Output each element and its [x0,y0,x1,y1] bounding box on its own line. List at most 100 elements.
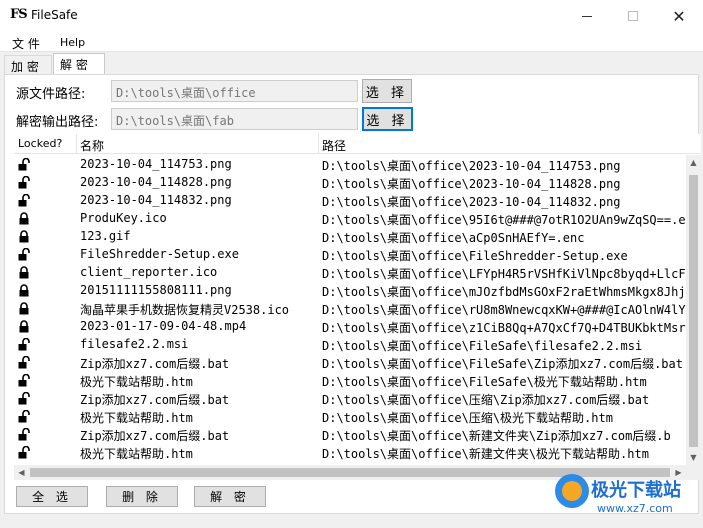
row-file-path: D:\tools\桌面\office\z1CiB8Qq+A7QxCf7Q+D4T… [322,321,686,335]
scroll-left-icon[interactable]: ◀ [14,465,29,480]
column-divider[interactable] [318,134,319,154]
list-header: Locked? 名称 路径 [14,134,701,154]
row-file-name: 淘晶苹果手机数据恢复精灵V2538.ico [80,303,290,317]
table-row[interactable]: 2023-10-04_114753.png D:\tools\桌面\office\… [14,155,686,173]
table-row[interactable]: 极光下载站帮助.htm D:\tools\桌面\office\新建文件夹\极光下载… [14,443,686,461]
menu-bar: 文 件 Help [0,32,703,52]
table-row[interactable]: Zip添加xz7.com后缀.bat D:\tools\桌面\office\新建文… [14,425,686,443]
row-file-name: 2023-10-04_114753.png [80,157,232,171]
vertical-scroll-thumb[interactable] [689,175,698,447]
row-file-name: 20151111155808111.png [80,283,232,297]
watermark-url: www.xz7.com [597,502,673,515]
table-row[interactable]: client_reporter.ico D:\tools\桌面\office\LF… [14,263,686,281]
scroll-up-icon[interactable]: ▲ [686,155,701,170]
locked-icon [18,302,30,315]
column-locked[interactable]: Locked? [18,137,62,150]
row-file-path: D:\tools\桌面\office\FileSafe\极光下载站帮助.htm [322,375,647,389]
locked-icon [18,284,30,297]
table-row[interactable]: 淘晶苹果手机数据恢复精灵V2538.ico D:\tools\桌面\office\… [14,299,686,317]
source-path-label: 源文件路径: [16,87,86,102]
row-file-name: client_reporter.ico [80,265,218,279]
table-row[interactable]: 123.gif D:\tools\桌面\office\aCp0SnHAEfY=.e… [14,227,686,245]
row-file-path: D:\tools\桌面\office\95I6t@###@7otR1O2UAn9… [322,213,686,227]
list-rows: 2023-10-04_114753.png D:\tools\桌面\office\… [14,155,686,465]
table-row[interactable]: 2023-10-04_114828.png D:\tools\桌面\office\… [14,173,686,191]
vertical-scrollbar[interactable]: ▲ ▼ [686,155,701,465]
select-all-button[interactable]: 全 选 [16,486,88,507]
row-file-path: D:\tools\桌面\office\mJOzfbdMsGOxF2raEtWhm… [322,285,686,299]
row-file-name: Zip添加xz7.com后缀.bat [80,429,230,443]
unlocked-icon [18,193,30,207]
minimize-button[interactable] [564,0,610,32]
row-file-name: ProduKey.ico [80,211,167,225]
output-path-input[interactable]: D:\tools\桌面\fab [111,108,358,130]
column-path[interactable]: 路径 [322,137,346,154]
row-file-path: D:\tools\桌面\office\rU8m8WnewcqxKW+@###@I… [322,303,686,317]
tab-decrypt[interactable]: 解 密 [53,53,105,75]
row-file-name: 极光下载站帮助.htm [80,411,193,425]
watermark-logo-icon [555,474,589,508]
unlocked-icon [18,355,30,369]
watermark: 极光下载站 www.xz7.com [555,474,695,522]
watermark-name: 极光下载站 [591,480,681,501]
row-file-name: 2023-01-17-09-04-48.mp4 [80,319,247,333]
unlocked-icon [18,175,30,189]
tab-strip: 加 密 解 密 [0,53,703,75]
row-file-path: D:\tools\桌面\office\FileSafe\Zip添加xz7.com… [322,357,683,371]
select-source-button[interactable]: 选 择 [362,79,412,103]
unlocked-icon [18,247,30,261]
row-file-name: 极光下载站帮助.htm [80,375,193,389]
delete-button[interactable]: 删 除 [106,486,178,507]
table-row[interactable]: FileShredder-Setup.exe D:\tools\桌面\office… [14,245,686,263]
row-file-path: D:\tools\桌面\office\2023-10-04_114832.png [322,195,621,209]
row-file-name: Zip添加xz7.com后缀.bat [80,393,230,407]
row-file-name: 123.gif [80,229,131,243]
unlocked-icon [18,409,30,423]
locked-icon [18,230,30,243]
app-icon: FS [10,7,28,22]
row-file-path: D:\tools\桌面\office\新建文件夹\Zip添加xz7.com后缀.… [322,429,671,443]
source-path-input[interactable]: D:\tools\桌面\office [111,80,358,102]
row-file-path: D:\tools\桌面\office\压缩\Zip添加xz7.com后缀.bat [322,393,650,407]
table-row[interactable]: Zip添加xz7.com后缀.bat D:\tools\桌面\office\压缩\… [14,389,686,407]
decrypt-button[interactable]: 解 密 [194,486,266,507]
unlocked-icon [18,157,30,171]
row-file-path: D:\tools\桌面\office\LFYpH4R5rVSHfKiVlNpc8… [322,267,686,281]
table-row[interactable]: 极光下载站帮助.htm D:\tools\桌面\office\压缩\极光下载站帮助… [14,407,686,425]
row-file-name: FileShredder-Setup.exe [80,247,239,261]
unlocked-icon [18,373,30,387]
table-row[interactable]: 2023-01-17-09-04-48.mp4 D:\tools\桌面\offic… [14,317,686,335]
row-file-path: D:\tools\桌面\office\2023-10-04_114753.png [322,159,621,173]
table-row[interactable]: 20151111155808111.png D:\tools\桌面\office\… [14,281,686,299]
table-row[interactable]: 极光下载站帮助.htm D:\tools\桌面\office\FileSafe\极… [14,371,686,389]
locked-icon [18,266,30,279]
title-bar: FS FileSafe ✕ [0,0,703,32]
row-file-name: 2023-10-04_114832.png [80,193,232,207]
output-path-label: 解密输出路径: [16,115,99,130]
menu-help[interactable]: Help [60,36,85,49]
row-file-name: 2023-10-04_114828.png [80,175,232,189]
column-name[interactable]: 名称 [80,137,104,154]
table-row[interactable]: Zip添加xz7.com后缀.bat D:\tools\桌面\office\Fil… [14,353,686,371]
row-file-path: D:\tools\桌面\office\压缩\极光下载站帮助.htm [322,411,613,425]
unlocked-icon [18,337,30,351]
table-row[interactable]: filesafe2.2.msi D:\tools\桌面\office\FileSa… [14,335,686,353]
unlocked-icon [18,427,30,441]
select-output-button[interactable]: 选 择 [362,107,413,131]
row-file-name: Zip添加xz7.com后缀.bat [80,357,230,371]
menu-file[interactable]: 文 件 [12,35,40,52]
row-file-path: D:\tools\桌面\office\aCp0SnHAEfY=.enc [322,231,585,245]
table-row[interactable]: ProduKey.ico D:\tools\桌面\office\95I6t@###… [14,209,686,227]
table-row[interactable]: 2023-10-04_114832.png D:\tools\桌面\office\… [14,191,686,209]
close-button[interactable]: ✕ [656,0,702,32]
column-divider[interactable] [76,134,77,154]
row-file-path: D:\tools\桌面\office\FileShredder-Setup.ex… [322,249,628,263]
file-list[interactable]: Locked? 名称 路径 2023-10-04_114753.png D:\to… [14,134,701,480]
row-file-path: D:\tools\桌面\office\FileSafe\filesafe2.2.… [322,339,643,353]
locked-icon [18,212,30,225]
scroll-down-icon[interactable]: ▼ [686,450,701,465]
maximize-icon [628,11,638,21]
maximize-button[interactable] [610,0,656,32]
unlocked-icon [18,445,30,459]
tab-encrypt[interactable]: 加 密 [4,55,52,75]
